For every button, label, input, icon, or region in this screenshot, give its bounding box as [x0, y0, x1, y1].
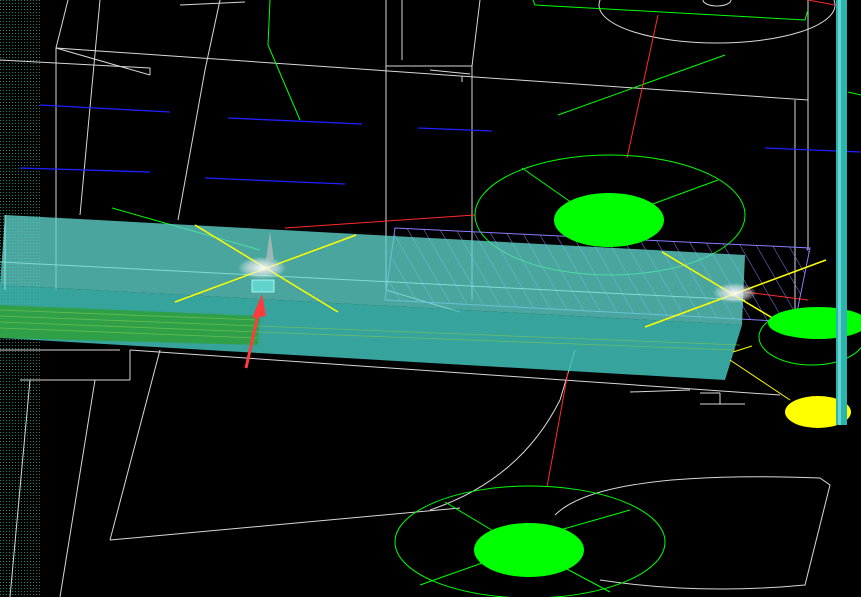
blue-guide-lines — [19, 104, 861, 185]
circle-marker-bottom[interactable] — [394, 485, 666, 597]
glow-highlight-icon — [238, 257, 286, 279]
cad-3d-viewport[interactable] — [0, 0, 861, 597]
yellow-disc[interactable] — [729, 345, 851, 428]
green-disc-upper[interactable] — [554, 193, 664, 247]
vertical-pipe[interactable] — [836, 0, 847, 425]
scene-canvas[interactable] — [0, 0, 861, 597]
glow-highlight-icon — [713, 283, 757, 303]
green-lines — [111, 0, 861, 251]
